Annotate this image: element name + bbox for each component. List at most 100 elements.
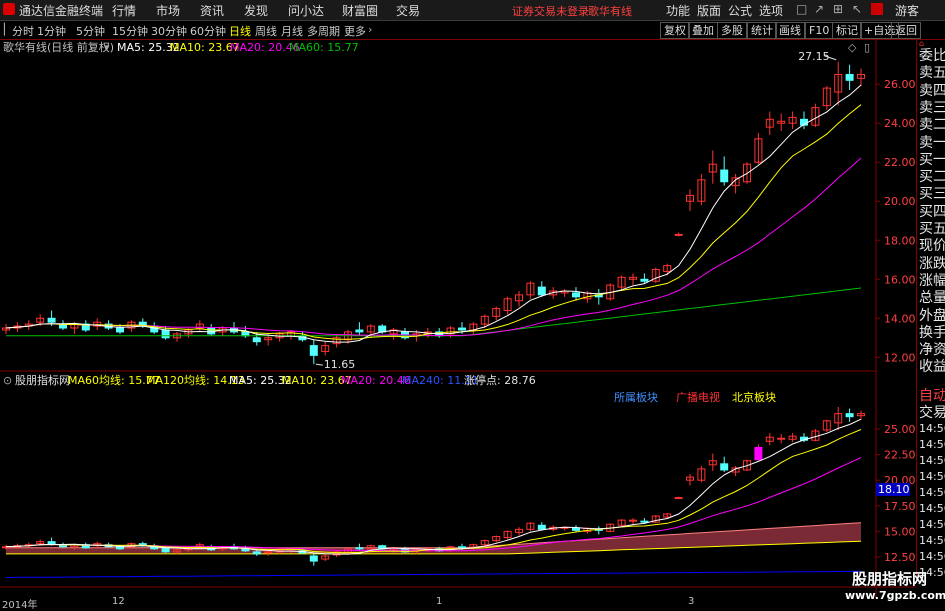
grid-icon[interactable]: ⊞ [833, 2, 843, 16]
period-tab[interactable]: 60分钟 [190, 23, 226, 39]
period-tab[interactable]: 月线 [281, 23, 303, 39]
minimize-icon[interactable]: □ [796, 2, 807, 16]
menu-news[interactable]: 资讯 [200, 2, 224, 19]
tick-time: 14:56 [919, 502, 945, 515]
menu-quotes[interactable]: 行情 [112, 2, 136, 19]
date-label: 3 [688, 596, 695, 607]
main-candle-body [47, 317, 56, 323]
main-candle-body [241, 331, 250, 337]
sub-candle-body [47, 541, 56, 545]
menu-market[interactable]: 市场 [156, 2, 180, 19]
sub-ma240-line [5, 570, 862, 578]
user-label[interactable]: 游客 [895, 2, 919, 19]
main-y-tick-label: 12.00 [884, 351, 916, 364]
kline-chart[interactable]: 26.00 24.00 22.00 20.00 18.00 16.00 14.00 12.00… [0, 39, 916, 599]
main-y-tick-label: 22.00 [884, 156, 916, 169]
account-icon[interactable] [871, 3, 883, 15]
main-y-tick-label: 14.00 [884, 312, 916, 325]
sub-y-tick-label: 17.50 [884, 500, 916, 513]
window-icon[interactable]: ▯ [864, 41, 870, 54]
tick-time: 14:56 [919, 550, 945, 563]
sub-candle-body [309, 555, 318, 562]
period-tab-selected[interactable]: 日线 [229, 23, 251, 39]
sub-candle-body [674, 497, 683, 500]
menu-discover[interactable]: 发现 [244, 2, 268, 19]
tick-time: 14:56 [919, 422, 945, 435]
main-candles [2, 55, 865, 366]
menu-ask[interactable]: 问小达 [288, 2, 324, 19]
period-tab[interactable]: 1分钟 [37, 23, 66, 39]
sub-chart-title: 股朋指标网 [15, 373, 70, 387]
overlay-button[interactable]: 叠加 [688, 22, 718, 39]
tick-time: 14:56 [919, 518, 945, 531]
industry-tag[interactable]: 广播电视 [676, 390, 720, 404]
sector-tag[interactable]: 所属板块 [614, 390, 658, 404]
menu-function[interactable]: 功能 [666, 2, 690, 19]
date-axis: 2014年 12 1 3 [0, 596, 945, 611]
main-ma20-line [5, 157, 862, 336]
main-ma10-line [5, 104, 862, 340]
sub-candle-body [252, 551, 261, 555]
login-notice[interactable]: 证券交易未登录 [512, 3, 589, 19]
sub-candle-body [720, 463, 729, 471]
main-candle-body [720, 169, 729, 183]
main-chart-title: 歌华有线(日线 前复权) [3, 40, 114, 54]
draw-button[interactable]: 画线 [775, 22, 805, 39]
sub-candle-body [161, 547, 170, 553]
tick-time: 14:56 [919, 438, 945, 451]
period-tab[interactable]: 15分钟 [112, 23, 148, 39]
sub-candle-body [572, 527, 580, 531]
main-dropdown-icon[interactable]: ▾ [104, 41, 110, 54]
main-ma60-label: MA60: 15.77 [289, 41, 359, 54]
mark-button[interactable]: 标记 [832, 22, 862, 39]
sub-ma20-label: MA20: 20.46 [341, 374, 411, 387]
stats-button[interactable]: 统计 [747, 22, 777, 39]
main-candle-body [378, 325, 387, 333]
menu-formula[interactable]: 公式 [728, 2, 752, 19]
period-tab[interactable]: 多周期 [307, 23, 340, 39]
sub-candle-body [537, 524, 546, 530]
cursor-icon[interactable]: ↖ [852, 2, 862, 16]
region-tag[interactable]: 北京板块 [732, 390, 776, 404]
high-price-label: 27.15 [798, 50, 830, 63]
period-tab[interactable]: 30分钟 [151, 23, 187, 39]
more-chevron-icon[interactable]: › [368, 23, 372, 36]
main-y-tick-label: 16.00 [884, 273, 916, 286]
sub-toggle-icon[interactable]: ⊙ [3, 374, 12, 387]
back-button[interactable]: 返回 [891, 22, 921, 39]
date-label: 12 [112, 596, 125, 607]
main-y-axis: 26.00 24.00 22.00 20.00 18.00 16.00 14.00 12.00 [876, 78, 916, 364]
menu-layout[interactable]: 版面 [697, 2, 721, 19]
app-title: 通达信金融终端 [19, 4, 104, 18]
sidebar-field-label: 收益 [919, 359, 945, 376]
quote-sidebar: ⌂ 委比 卖五 卖四 卖三 卖二 卖一 买一 买二 买三 买四 买五 现价 涨跌 涨幅 总量 外盘 换手 净资 收益… [916, 39, 945, 580]
main-ma-lines [5, 84, 862, 343]
f10-button[interactable]: F10 [805, 22, 834, 39]
arrow-icon[interactable]: ↗ [814, 2, 824, 16]
diamond-icon[interactable]: ◇ [848, 41, 857, 54]
period-tab[interactable]: 周线 [255, 23, 277, 39]
main-candle-body [252, 337, 261, 343]
sub-candle-body [458, 546, 466, 549]
period-tab-more[interactable]: 更多 [344, 23, 366, 39]
menu-fortune[interactable]: 财富圈 [342, 2, 378, 19]
app-logo-icon [3, 3, 15, 15]
main-candle-body [640, 278, 649, 282]
trade-mode-tab[interactable]: 交易 [919, 402, 945, 422]
main-candle-body [537, 286, 546, 296]
watermark-url: www.7gpzb.com [845, 589, 945, 602]
date-label: 1 [436, 596, 443, 607]
tick-time: 14:56 [919, 454, 945, 467]
sub-y-tick-label: 15.00 [884, 525, 916, 538]
multi-stock-button[interactable]: 多股 [717, 22, 747, 39]
adjust-button[interactable]: 复权 [660, 22, 690, 39]
main-candle-body [161, 329, 170, 339]
period-toolbar: ▏ 分时 1分钟 5分钟 15分钟 30分钟 60分钟 日线 周线 月线 多周期… [0, 21, 945, 40]
menu-options[interactable]: 选项 [759, 2, 783, 19]
menu-trade[interactable]: 交易 [396, 2, 420, 19]
period-tab[interactable]: 5分钟 [76, 23, 105, 39]
period-tab[interactable]: 分时 [12, 23, 34, 39]
main-y-tick-label: 20.00 [884, 195, 916, 208]
sub-y-tick-label: 25.00 [884, 423, 916, 436]
main-y-tick-label: 18.00 [884, 234, 916, 247]
